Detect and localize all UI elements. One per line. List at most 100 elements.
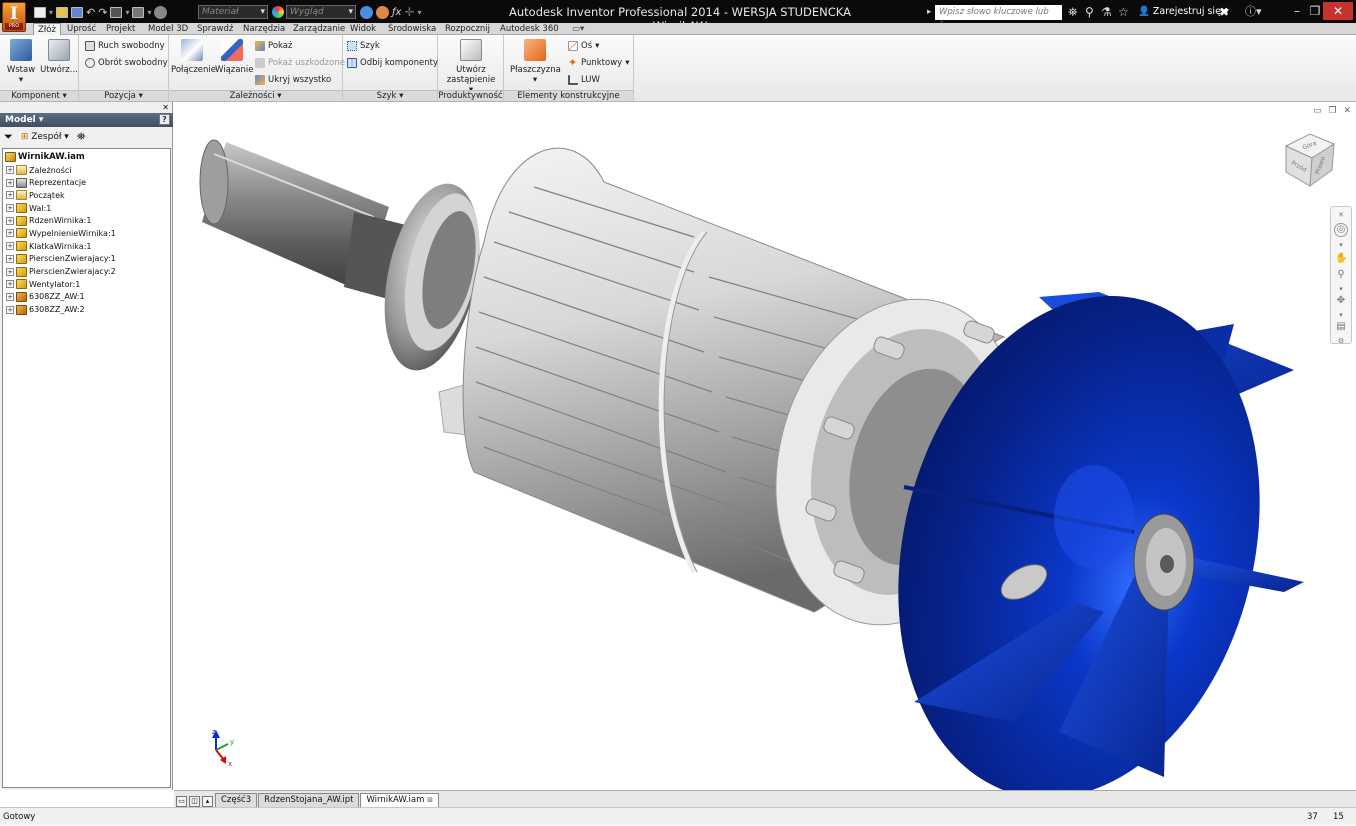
tree-root[interactable]: WirnikAW.iam — [3, 151, 170, 164]
new-file-icon[interactable] — [34, 6, 46, 18]
tree-node[interactable]: + RdzenWirnika:1 — [3, 214, 170, 227]
filter-icon[interactable]: ⏷ — [4, 130, 13, 144]
new-dropdown-icon[interactable]: ▾ — [49, 8, 53, 17]
tree-node[interactable]: + PierscienZwierajacy:2 — [3, 265, 170, 278]
create-component-button[interactable]: Utwórz... — [40, 37, 78, 75]
tree-node[interactable]: +6308ZZ_AW:1 — [3, 291, 170, 304]
tab-widok[interactable]: Widok — [350, 23, 376, 35]
expand-icon[interactable]: + — [6, 216, 14, 225]
help-icon[interactable]: ⓘ▾ — [1245, 5, 1262, 19]
subscription-icon[interactable]: ⚲ — [1085, 5, 1094, 19]
navbar-close-icon[interactable]: ✕ — [1335, 209, 1347, 221]
expand-icon[interactable]: + — [6, 166, 14, 175]
exchange-icon[interactable]: ✖ — [1219, 5, 1229, 19]
binoculars-icon[interactable]: ⛯ — [1068, 5, 1078, 19]
parameters-icon[interactable]: ƒx — [392, 7, 401, 18]
doc-tab-2[interactable]: WirnikAW.iam ⊠ — [360, 793, 439, 807]
expand-icon[interactable]: + — [6, 254, 14, 263]
tree-node[interactable]: + PierscienZwierajacy:1 — [3, 253, 170, 266]
ucs-button[interactable]: LUW — [568, 73, 600, 87]
tree-node[interactable]: + Wentylator:1 — [3, 278, 170, 291]
expand-icon[interactable]: + — [6, 204, 14, 213]
update-icon[interactable] — [154, 5, 168, 19]
pattern-button[interactable]: Szyk — [347, 39, 380, 53]
clear-appearance-icon[interactable] — [360, 5, 373, 19]
rotor-assembly-model[interactable] — [174, 102, 1356, 790]
zoom-icon[interactable]: ⚲ — [1335, 269, 1347, 281]
tab-zarzadzanie[interactable]: Zarządzanie — [293, 23, 345, 35]
find-icon[interactable]: ⛯ — [77, 130, 86, 144]
measure-icon[interactable]: ✛ — [404, 5, 414, 19]
browser-menu[interactable]: Model ▾ — [5, 115, 43, 125]
tab-autodesk-360[interactable]: Autodesk 360 — [500, 23, 559, 35]
application-menu-button[interactable]: I PRO — [2, 2, 26, 32]
tree-node[interactable]: + Początek — [3, 189, 170, 202]
show-sick-button[interactable]: Pokaż uszkodzone — [255, 56, 345, 70]
create-substitute-button[interactable]: Utwórz zastąpienie ▾ — [446, 37, 496, 95]
plane-button[interactable]: Płaszczyzna ▾ — [510, 37, 561, 85]
point-button[interactable]: ✦ Punktowy ▾ — [568, 56, 629, 70]
constrain-button[interactable]: Wiązanie — [215, 37, 253, 75]
communication-icon[interactable]: ⚗ — [1101, 5, 1112, 19]
look-at-icon[interactable]: ▤ — [1335, 321, 1347, 333]
open-file-icon[interactable] — [56, 6, 69, 18]
navbar-options-icon[interactable]: ⚙ — [1335, 335, 1347, 347]
joint-button[interactable]: Połączenie — [171, 37, 216, 75]
browser-close-icon[interactable]: ✕ — [162, 103, 169, 112]
show-button[interactable]: Pokaż — [255, 39, 292, 53]
tab-srodowiska[interactable]: Środowiska — [388, 23, 436, 35]
panel-zaleznosci-title[interactable]: Zależności ▾ — [169, 90, 342, 101]
tab-narzedzia[interactable]: Narzędzia — [243, 23, 285, 35]
doc-tab-1[interactable]: RdzenStojana_AW.ipt — [258, 793, 360, 807]
search-input[interactable]: Wpisz słowo kluczowe lub frazę — [927, 5, 1062, 31]
place-button[interactable]: Wstaw ▾ — [4, 37, 38, 85]
panel-szyk-title[interactable]: Szyk ▾ — [343, 90, 437, 101]
view-cube[interactable]: Góra Przód Prawo — [1282, 130, 1338, 192]
browser-help-icon[interactable]: ? — [159, 114, 170, 125]
expand-icon[interactable]: + — [6, 280, 14, 289]
adjust-appearance-icon[interactable] — [376, 5, 389, 19]
hide-all-button[interactable]: Ukryj wszystko — [255, 73, 331, 87]
tile-horizontal-icon[interactable]: ▭ — [176, 796, 187, 807]
assembly-view-dropdown[interactable]: ⊞ Zespół ▾ — [21, 132, 69, 142]
return-icon[interactable] — [110, 6, 123, 18]
tab-sprawdz[interactable]: Sprawdź — [197, 23, 233, 35]
free-move-button[interactable]: Ruch swobodny — [85, 39, 165, 53]
panel-komponent-title[interactable]: Komponent ▾ — [0, 90, 78, 101]
tree-node[interactable]: + KlatkaWirnika:1 — [3, 240, 170, 253]
expand-icon[interactable]: + — [6, 267, 14, 276]
doc-tab-0[interactable]: Część3 — [215, 793, 258, 807]
tab-rozpocznij[interactable]: Rozpocznij — [445, 23, 490, 35]
shaft-part[interactable] — [199, 139, 414, 302]
expand-icon[interactable]: + — [6, 292, 14, 301]
tree-node[interactable]: +6308ZZ_AW:2 — [3, 303, 170, 316]
undo-icon[interactable]: ↶ — [86, 6, 95, 19]
graphics-window[interactable]: ▭ ❐ ✕ Góra Przód Prawo ✕ ◎ ▾ ✋ ⚲ ▾ ✥ ▾ ▤… — [174, 102, 1356, 790]
expand-icon[interactable]: + — [6, 191, 14, 200]
tree-node[interactable]: + Reprezentacje — [3, 176, 170, 189]
expand-icon[interactable]: + — [6, 178, 14, 187]
save-icon[interactable] — [71, 6, 84, 18]
appearance-dropdown[interactable]: Wygląd — [286, 5, 356, 19]
expand-icon[interactable]: + — [6, 242, 14, 251]
close-tab-icon[interactable]: ⊠ — [427, 796, 433, 804]
tab-uprosc[interactable]: Uprość — [67, 23, 96, 35]
document-list-icon[interactable]: ▴ — [202, 796, 213, 807]
tab-model-3d[interactable]: Model 3D — [148, 23, 188, 35]
material-dropdown[interactable]: Materiał — [198, 5, 268, 19]
expand-icon[interactable]: + — [6, 229, 14, 238]
tree-node[interactable]: + WypelnienieWirnika:1 — [3, 227, 170, 240]
close-icon[interactable]: ✕ — [1323, 2, 1353, 20]
tab-projekt[interactable]: Projekt — [106, 23, 135, 35]
tree-node[interactable]: + Wal:1 — [3, 202, 170, 215]
tile-vertical-icon[interactable]: ◫ — [189, 796, 200, 807]
tree-node[interactable]: + Zależności — [3, 164, 170, 177]
redo-icon[interactable]: ↷ — [98, 6, 107, 19]
mirror-button[interactable]: Odbij komponenty — [347, 56, 438, 70]
favorites-icon[interactable]: ☆ — [1118, 5, 1129, 19]
orbit-icon[interactable]: ✥ — [1335, 295, 1347, 307]
axis-button[interactable]: Oś ▾ — [568, 39, 599, 53]
expand-icon[interactable]: + — [6, 305, 14, 314]
pan-icon[interactable]: ✋ — [1335, 253, 1347, 265]
steering-wheel-icon[interactable]: ◎ — [1334, 223, 1348, 237]
